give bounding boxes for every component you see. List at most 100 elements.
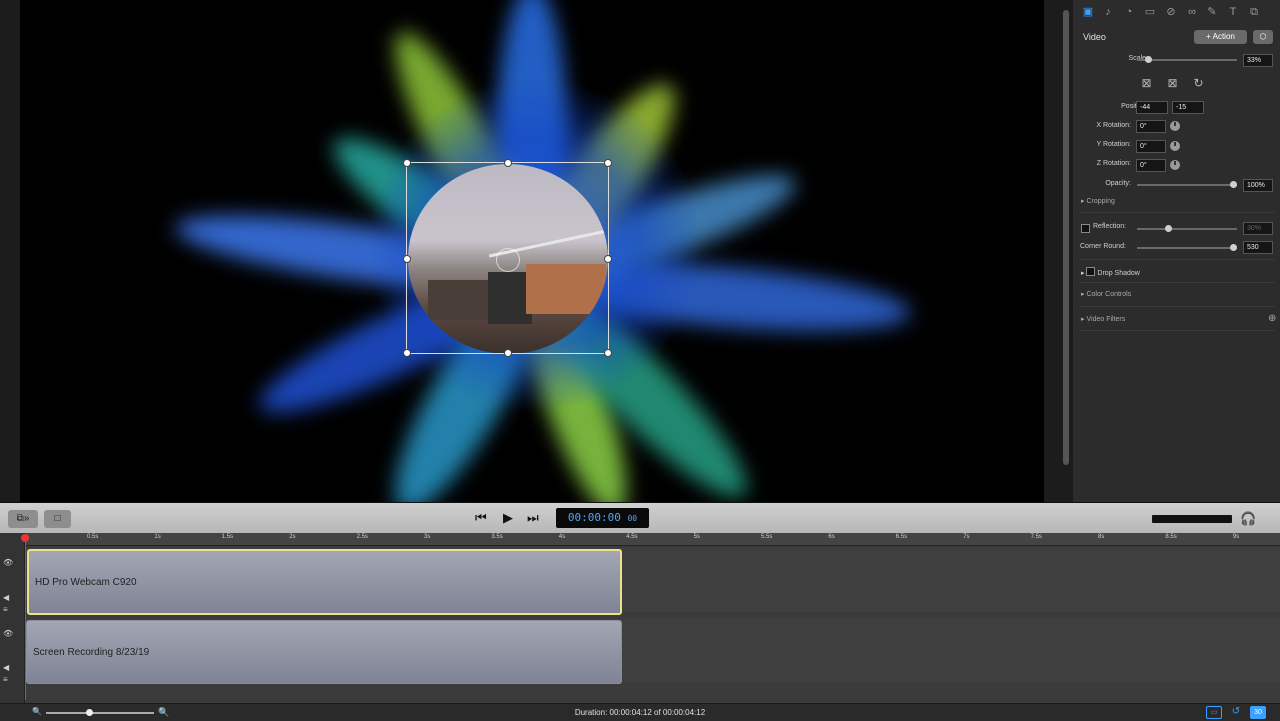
z-rotation-dial[interactable]	[1170, 160, 1180, 170]
scale-field[interactable]: 33%	[1243, 54, 1273, 67]
crop-mode-icon[interactable]: □	[44, 510, 71, 528]
ruler-tick: 4s	[558, 534, 566, 540]
pen-icon[interactable]: ✎	[1206, 6, 1218, 18]
resize-handle[interactable]	[604, 349, 612, 357]
position-x-field[interactable]: -44	[1136, 101, 1168, 114]
speaker-icon[interactable]: ◀	[3, 593, 9, 602]
reflection-field[interactable]: 30%	[1243, 222, 1273, 235]
inspector-title: Video	[1083, 32, 1106, 42]
scale-slider-knob[interactable]	[1145, 56, 1152, 63]
x-rotation-dial[interactable]	[1170, 121, 1180, 131]
ruler-tick: 8s	[1098, 534, 1105, 540]
resize-handle[interactable]	[504, 349, 512, 357]
screen-icon[interactable]: ▭	[1144, 6, 1156, 18]
resize-handle[interactable]	[604, 255, 612, 263]
fast-forward-icon[interactable]: ⏭	[527, 511, 539, 525]
canvas-scrollbar[interactable]	[1063, 10, 1069, 465]
ruler-tick: 3s	[424, 534, 431, 540]
time-ruler[interactable]: 0.5s 1s 1.5s 2s 2.5s 3s 3.5s 4s 4.5s 5s 5.5s 6s 6.5s…	[24, 533, 1280, 546]
webcam-clip[interactable]: HD Pro Webcam C920	[27, 549, 622, 615]
canvas-mode-icon[interactable]: ⧉»	[8, 510, 38, 528]
audio-icon[interactable]: ♪	[1102, 6, 1114, 18]
timecode-frames: 00	[627, 514, 638, 523]
timecode-main: 00:00:00	[567, 511, 621, 524]
resize-handle[interactable]	[504, 159, 512, 167]
video-filters-label: Video Filters	[1086, 316, 1126, 323]
ruler-tick: 3.5s	[491, 534, 503, 540]
ruler-tick: 2.5s	[356, 534, 368, 540]
x-rotation-field[interactable]: 0°	[1136, 120, 1166, 133]
video-icon[interactable]: ▣	[1082, 6, 1094, 18]
rewind-icon[interactable]: ⏮	[475, 511, 487, 525]
x-rotation-label: X Rotation:	[1096, 122, 1131, 129]
loop-icon[interactable]: ↺	[1229, 706, 1243, 717]
drop-shadow-disclosure[interactable]: ▸ Drop Shadow	[1081, 266, 1140, 277]
fit-icon[interactable]: ⊠	[1140, 77, 1153, 90]
ruler-tick: 6.5s	[895, 534, 908, 540]
eye-icon[interactable]: 👁	[3, 629, 13, 638]
opacity-field[interactable]: 100%	[1243, 179, 1273, 192]
corner-round-field[interactable]: 530	[1243, 241, 1273, 254]
screen-recording-clip[interactable]: Screen Recording 8/23/19	[26, 620, 622, 684]
z-rotation-field[interactable]: 0°	[1136, 159, 1166, 172]
cube-icon[interactable]: ⬡	[1253, 30, 1273, 44]
resize-handle[interactable]	[403, 255, 411, 263]
corner-round-slider[interactable]	[1137, 247, 1237, 249]
corner-round-slider-knob[interactable]	[1230, 244, 1237, 251]
y-rotation-label: Y Rotation:	[1096, 141, 1131, 148]
inspector-panel: ▣ ♪ ◔ ▭ ⊘ ∞ ✎ T ⧉ Video + Action ⬡ Scale…	[1072, 0, 1280, 502]
anchor-point[interactable]	[496, 248, 520, 272]
reflection-checkbox[interactable]	[1081, 224, 1090, 233]
add-action-button[interactable]: + Action	[1194, 30, 1247, 44]
drop-shadow-checkbox[interactable]	[1086, 267, 1096, 276]
drop-shadow-label: Drop Shadow	[1097, 270, 1140, 277]
resize-handle[interactable]	[403, 349, 411, 357]
add-filter-icon[interactable]: ⊕	[1268, 313, 1276, 324]
ruler-tick: 8.5s	[1165, 534, 1177, 540]
reflection-slider[interactable]	[1137, 228, 1237, 230]
z-rotation-label: Z Rotation:	[1096, 160, 1131, 167]
headphones-icon[interactable]: 🎧	[1240, 511, 1256, 527]
playhead[interactable]	[25, 535, 26, 700]
opacity-slider-knob[interactable]	[1230, 181, 1237, 188]
ruler-tick: 5.5s	[761, 534, 773, 540]
scale-slider[interactable]	[1137, 59, 1237, 61]
reset-icon[interactable]: ↻	[1192, 77, 1205, 90]
opacity-label: Opacity:	[1105, 180, 1131, 187]
action-icon[interactable]: ⊘	[1165, 6, 1177, 18]
menu-icon[interactable]: ≡	[3, 675, 8, 684]
video-filters-disclosure[interactable]: ▸ Video Filters	[1081, 315, 1125, 323]
3d-icon[interactable]: 30	[1250, 706, 1266, 719]
text-icon[interactable]: T	[1227, 6, 1239, 18]
ruler-tick: 4.5s	[626, 534, 638, 540]
callout-icon[interactable]: ◔	[1123, 6, 1135, 18]
playhead-handle[interactable]	[21, 534, 29, 542]
ruler-tick: 0.5s	[87, 534, 99, 540]
link-icon[interactable]: ∞	[1186, 6, 1198, 18]
play-icon[interactable]: ▶	[503, 511, 513, 525]
position-y-field[interactable]: -15	[1172, 101, 1204, 114]
layers-icon[interactable]: ⧉	[1248, 6, 1260, 18]
y-rotation-dial[interactable]	[1170, 141, 1180, 151]
fill-icon[interactable]: ⊠	[1166, 77, 1179, 90]
cc-icon[interactable]: ▭	[1206, 706, 1222, 719]
preview-canvas[interactable]	[0, 0, 1072, 502]
cropping-disclosure[interactable]: ▸ Cropping	[1081, 197, 1115, 205]
ruler-tick: 1s	[154, 534, 161, 540]
timeline[interactable]: 0.5s 1s 1.5s 2s 2.5s 3s 3.5s 4s 4.5s 5s 5.5s 6s 6.5s…	[0, 533, 1280, 720]
ruler-tick: 1.5s	[221, 534, 234, 540]
speaker-icon[interactable]: ◀	[3, 663, 9, 672]
opacity-slider[interactable]	[1137, 184, 1237, 186]
timeline-footer: 🔍 🔍 Duration: 00:00:04:12 of 00:00:04:12…	[0, 703, 1280, 721]
y-rotation-field[interactable]: 0°	[1136, 140, 1166, 153]
volume-slider[interactable]	[1152, 515, 1232, 523]
resize-handle[interactable]	[604, 159, 612, 167]
track-controls: 👁 ◀ ≡ 👁 ◀ ≡	[0, 533, 25, 703]
color-controls-disclosure[interactable]: ▸ Color Controls	[1081, 290, 1131, 298]
eye-icon[interactable]: 👁	[3, 558, 13, 567]
ruler-tick: 2s	[289, 534, 296, 540]
resize-handle[interactable]	[403, 159, 411, 167]
reflection-slider-knob[interactable]	[1165, 225, 1172, 232]
divider	[1079, 282, 1275, 283]
menu-icon[interactable]: ≡	[3, 605, 8, 614]
